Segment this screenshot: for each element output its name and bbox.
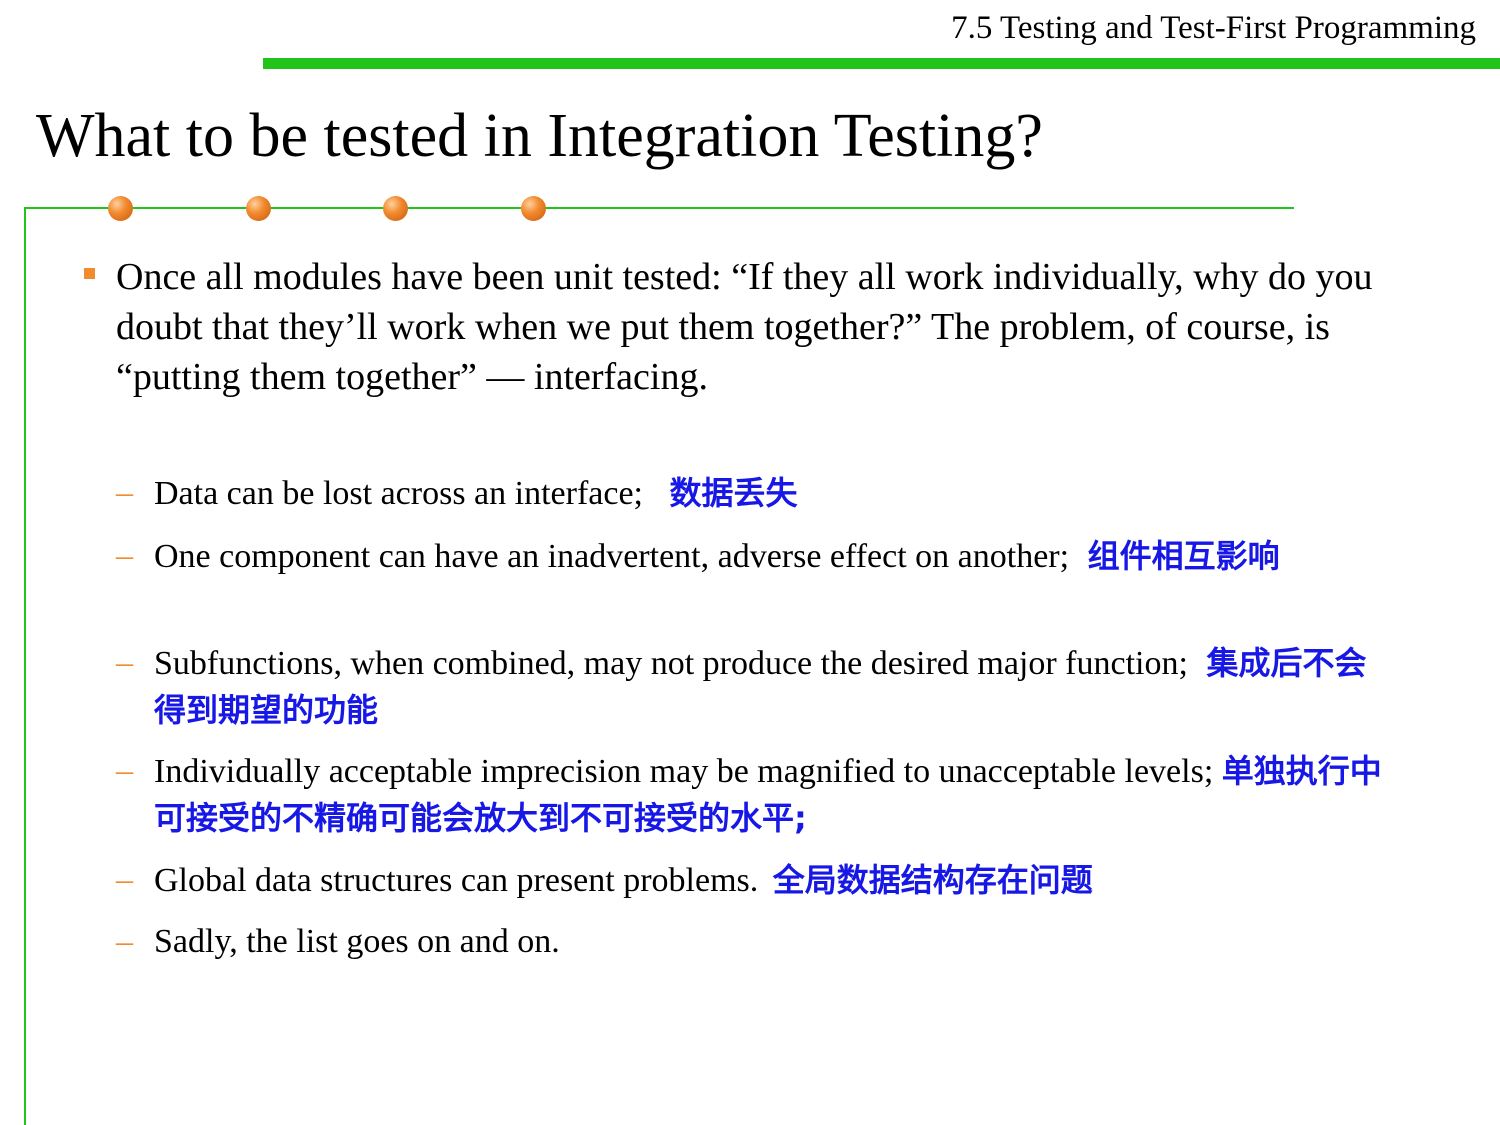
- sub-point-annotation: 组件相互影响: [1087, 537, 1280, 575]
- main-point: Once all modules have been unit tested: …: [116, 256, 1373, 398]
- dash-bullet-icon: –: [116, 537, 133, 574]
- sub-point-text: One component can have an inadvertent, a…: [154, 538, 1070, 575]
- section-header: 7.5 Testing and Test-First Programming: [951, 10, 1476, 46]
- orange-dot-icon: [246, 196, 271, 221]
- sub-point-annotation: 全局数据结构存在问题: [772, 861, 1093, 899]
- sub-point: – Individually acceptable imprecision ma…: [116, 748, 1396, 842]
- sub-point: – Sadly, the list goes on and on.: [116, 919, 1396, 965]
- orange-square-bullet-icon: [84, 268, 95, 279]
- sub-point-text: Subfunctions, when combined, may not pro…: [154, 645, 1188, 682]
- dash-bullet-icon: –: [116, 923, 133, 960]
- slide-title: What to be tested in Integration Testing…: [36, 102, 1043, 170]
- sub-point-text: Global data structures can present probl…: [154, 862, 759, 899]
- sub-point: – Global data structures can present pro…: [116, 857, 1396, 904]
- dash-bullet-icon: –: [116, 752, 133, 789]
- sub-point-annotation: 数据丢失: [669, 474, 798, 512]
- sub-point-text: Data can be lost across an interface;: [154, 475, 643, 512]
- dash-bullet-icon: –: [116, 861, 133, 898]
- left-frame-line: [24, 207, 26, 1125]
- orange-dot-icon: [108, 196, 133, 221]
- sub-point: – One component can have an inadvertent,…: [116, 533, 1396, 580]
- sub-point: – Data can be lost across an interface; …: [116, 470, 1396, 517]
- orange-dot-icon: [383, 196, 408, 221]
- title-divider: [24, 207, 1294, 209]
- dash-bullet-icon: –: [116, 644, 133, 681]
- sub-point: – Subfunctions, when combined, may not p…: [116, 640, 1396, 734]
- sub-point-text: Sadly, the list goes on and on.: [154, 923, 560, 960]
- dash-bullet-icon: –: [116, 474, 133, 511]
- header-rule: [263, 58, 1500, 69]
- sub-point-text: Individually acceptable imprecision may …: [154, 753, 1214, 790]
- orange-dot-icon: [521, 196, 546, 221]
